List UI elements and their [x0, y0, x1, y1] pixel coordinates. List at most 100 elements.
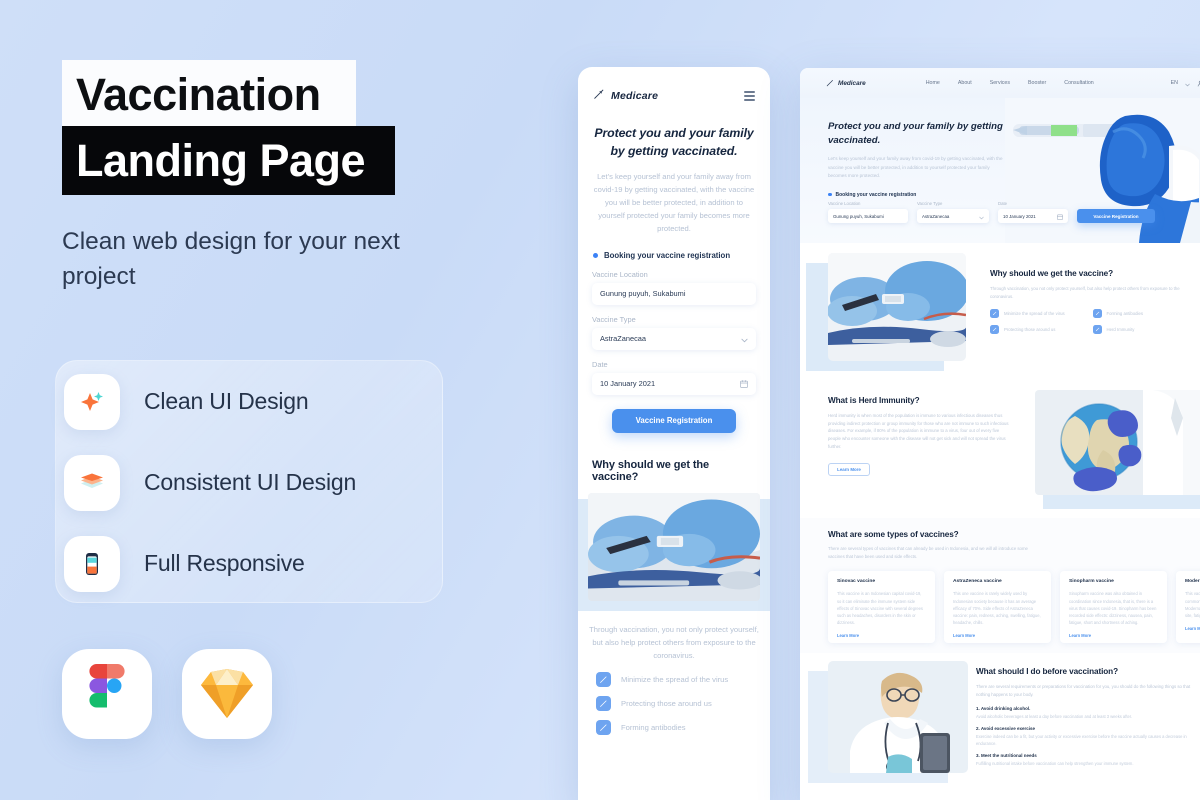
mobile-why-title: Why should we get the vaccine?	[592, 458, 710, 483]
field-label: Vaccine Location	[828, 201, 861, 206]
check-label: Protecting those around us	[1004, 327, 1056, 333]
mobile-check-item: Minimize the spread of the virus	[596, 671, 770, 687]
list-item: 3. Meet the nutritional needs Fulfilling…	[976, 753, 1198, 768]
mobile-field-location: Vaccine Location Gunung puyuh, Sukabumi	[592, 270, 756, 305]
check-syringe-icon	[1092, 325, 1102, 335]
hamburger-menu-icon[interactable]	[744, 91, 755, 101]
nav-item-consultation[interactable]: Consultation	[1064, 80, 1093, 86]
field-value: 10 January 2021	[600, 379, 656, 389]
check-syringe-icon	[1092, 309, 1102, 319]
field-value: 10 January 2021	[1003, 213, 1036, 219]
mobile-brand[interactable]: Medicare	[593, 87, 658, 105]
desktop-before-copy: What should I do before vaccination? The…	[976, 667, 1198, 773]
promo-panel: Vaccination Landing Page Clean web desig…	[62, 60, 482, 295]
list-item: 2. Avoid excessive exercise Exercise ind…	[976, 726, 1198, 748]
desktop-why-title: Why should we get the vaccine?	[990, 269, 1114, 278]
location-input[interactable]: Gunung puyuh, Sukabumi	[592, 282, 756, 305]
desktop-why-copy: Why should we get the vaccine? Through v…	[990, 269, 1196, 335]
mobile-phone-icon	[64, 535, 120, 592]
desktop-field-type: Vaccine Type AstraZanecaa	[917, 201, 989, 223]
desktop-brand-name: Medicare	[838, 79, 866, 87]
list-item-description: Exercise indeed can be a fit, but your a…	[976, 734, 1187, 747]
calendar-icon	[740, 375, 748, 393]
promo-subtitle: Clean web design for your next project	[62, 228, 400, 290]
vaccine-type-select[interactable]: AstraZanecaa	[592, 327, 756, 350]
list-item-title: 1. Avoid drinking alcohol.	[976, 706, 1031, 712]
list-item-title: 3. Meet the nutritional needs	[976, 753, 1037, 759]
feature-item-consistent-ui: Consistent UI Design	[56, 442, 442, 523]
desktop-herd-description: Herd immunity is when most of the popula…	[828, 413, 1009, 449]
desktop-before-title: What should I do before vaccination?	[976, 667, 1118, 676]
desktop-brand[interactable]: Medicare	[826, 74, 866, 92]
learn-more-button[interactable]: Learn More	[828, 462, 870, 476]
chevron-down-icon[interactable]	[1185, 74, 1190, 92]
desktop-types-description: There are several types of vaccines that…	[828, 546, 1028, 559]
list-item: 1. Avoid drinking alcohol. Avoid alcohol…	[976, 706, 1198, 721]
list-item-title: 2. Avoid excessive exercise	[976, 726, 1035, 732]
desktop-menu: Home About Services Booster Consultation	[926, 80, 1094, 86]
chevron-down-icon	[741, 330, 748, 348]
card-title: AstraZeneca vaccine	[953, 579, 1002, 585]
location-input[interactable]: Gunung puyuh, Sukabumi	[828, 209, 908, 223]
desktop-nav-right: EN	[1171, 74, 1200, 92]
vaccine-card[interactable]: AstraZeneca vaccine This one vaccine is …	[944, 571, 1051, 644]
check-item: Protecting those around us	[990, 325, 1093, 335]
mobile-submit-button[interactable]: Vaccine Registration	[612, 408, 736, 433]
desktop-herd-title: What is Herd Immunity?	[828, 396, 920, 405]
vaccine-type-select[interactable]: AstraZanecaa	[917, 209, 989, 223]
card-learn-more-link[interactable]: Learn More	[1185, 626, 1200, 631]
card-learn-more-link[interactable]: Learn More	[953, 633, 1042, 638]
desktop-hero-description: Let's keep yourself and your family away…	[828, 156, 1003, 179]
desktop-submit-button[interactable]: Vaccine Registration	[1077, 209, 1155, 223]
desktop-before-section: What should I do before vaccination? The…	[800, 653, 1200, 783]
mobile-check-item: Forming antibodies	[596, 719, 770, 735]
check-item: Forming antibodies	[1092, 309, 1196, 319]
syringe-logo-icon	[826, 74, 834, 92]
desktop-before-description: There are several requirements or prepar…	[976, 684, 1191, 697]
vaccine-card[interactable]: Moderna vaccine This vaccine uses mRNA t…	[1176, 571, 1200, 644]
card-description: This one vaccine is rarely widely used b…	[953, 591, 1041, 626]
desktop-why-photo	[806, 253, 966, 371]
feature-label: Full Responsive	[144, 550, 305, 576]
vaccine-card[interactable]: Sinopharm vaccine Sinopharm vaccine was …	[1060, 571, 1167, 644]
field-label: Vaccine Type	[592, 314, 636, 324]
mobile-vaccine-photo	[578, 492, 770, 611]
mobile-brand-name: Medicare	[611, 90, 659, 102]
sparkle-icon	[64, 373, 120, 430]
check-label: Forming antibodies	[621, 722, 686, 732]
vaccine-type-cards: Sinovac vaccine This vaccine is an Indon…	[828, 571, 1200, 644]
card-learn-more-link[interactable]: Learn More	[1069, 633, 1158, 638]
card-description: This vaccine is an Indonesian capital co…	[837, 591, 923, 626]
desktop-booking-text: Booking your vaccine registration	[835, 191, 917, 198]
nav-item-services[interactable]: Services	[990, 80, 1010, 86]
mobile-check-item: Protecting those around us	[596, 695, 770, 711]
nav-item-booster[interactable]: Booster	[1028, 80, 1046, 86]
field-value: Gunung puyuh, Sukabumi	[600, 289, 686, 299]
mobile-field-type: Vaccine Type AstraZanecaa	[592, 315, 756, 350]
figma-logo-icon	[62, 649, 152, 739]
mobile-navbar: Medicare	[578, 67, 770, 105]
mobile-field-date: Date 10 January 2021	[592, 360, 756, 395]
feature-item-responsive: Full Responsive	[56, 523, 442, 604]
check-item: Minimize the spread of the virus	[990, 309, 1093, 319]
card-learn-more-link[interactable]: Learn More	[837, 633, 926, 638]
nav-item-home[interactable]: Home	[926, 80, 940, 86]
nav-item-about[interactable]: About	[958, 80, 972, 86]
bullet-dot-icon	[828, 192, 832, 197]
language-selector[interactable]: EN	[1171, 80, 1178, 86]
feature-list: Clean UI Design Consistent UI Design Ful…	[55, 360, 443, 603]
list-item-description: Avoid alcoholic beverages at least a day…	[976, 714, 1133, 720]
vaccine-card[interactable]: Sinovac vaccine This vaccine is an Indon…	[828, 571, 935, 644]
field-label: Date	[998, 201, 1008, 206]
check-label: Protecting those around us	[621, 698, 712, 708]
date-input[interactable]: 10 January 2021	[592, 372, 756, 395]
card-title: Sinopharm vaccine	[1069, 579, 1114, 585]
date-input[interactable]: 10 January 2021	[998, 209, 1068, 223]
desktop-types-section: What are some types of vaccines? There a…	[800, 518, 1200, 653]
field-value: AstraZanecaa	[600, 334, 647, 344]
desktop-hero-copy: Protect you and your family by getting v…	[828, 120, 1018, 198]
desktop-booking-label: Booking your vaccine registration	[828, 192, 1018, 198]
desktop-herd-copy: What is Herd Immunity? Herd immunity is …	[828, 396, 1013, 476]
calendar-icon	[1057, 207, 1063, 225]
desktop-herd-section: What is Herd Immunity? Herd immunity is …	[800, 378, 1200, 518]
